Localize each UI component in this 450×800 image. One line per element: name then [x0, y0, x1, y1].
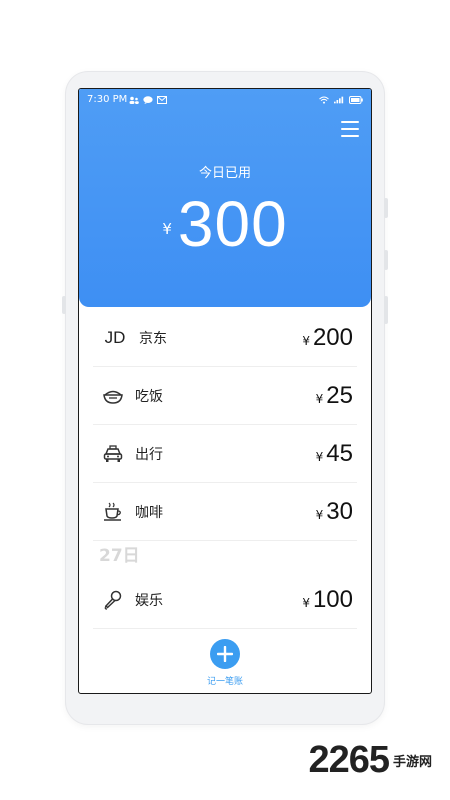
expense-row-travel[interactable]: 出行 ¥45 [93, 425, 357, 483]
contacts-icon [129, 96, 139, 104]
coffee-cup-icon [101, 500, 125, 524]
watermark-text: 手游网 [392, 755, 432, 770]
plus-icon [217, 646, 233, 662]
jd-logo-icon: JD [104, 327, 126, 347]
expense-label: 咖啡 [135, 504, 163, 521]
add-record-label: 记一笔账 [206, 677, 243, 687]
watermark-logo: 2265 [308, 739, 390, 781]
phone-volume-up [384, 198, 388, 218]
phone-volume-down [384, 250, 388, 270]
phone-side-button [62, 296, 66, 314]
expense-label: 出行 [135, 446, 163, 463]
today-total: ¥300 [79, 187, 371, 261]
summary-header: 7:30 PM 今日已用 ¥300 [79, 89, 371, 307]
taxi-icon [101, 442, 125, 466]
expense-amount: ¥100 [302, 585, 353, 613]
currency-symbol: ¥ [162, 220, 172, 238]
battery-icon [349, 96, 363, 104]
expense-row-food[interactable]: 吃饭 ¥25 [93, 367, 357, 425]
status-time: 7:30 PM [87, 94, 128, 105]
rice-bowl-icon [101, 384, 125, 408]
expense-label: 吃饭 [135, 388, 163, 405]
expense-amount: ¥45 [315, 439, 353, 467]
expense-row-entertainment[interactable]: 娱乐 ¥100 [93, 571, 357, 629]
status-bar: 7:30 PM [79, 89, 371, 111]
expense-row-coffee[interactable]: 咖啡 ¥30 [93, 483, 357, 541]
expense-amount: ¥30 [315, 497, 353, 525]
expense-list: JD 京东 ¥200 吃饭 ¥25 出行 ¥45 咖啡 ¥30 27日 娱乐 ¥… [93, 309, 357, 629]
date-group-header: 27日 [99, 546, 140, 566]
site-watermark: 2265 手游网 [308, 739, 432, 782]
mail-icon [157, 96, 167, 104]
signal-icon [334, 96, 344, 104]
menu-icon[interactable] [341, 121, 359, 137]
app-screen: 7:30 PM 今日已用 ¥300 JD 京东 ¥200 吃饭 ¥ 25 出行 … [78, 88, 372, 694]
today-spent-label: 今日已用 [198, 166, 251, 181]
expense-row-jd[interactable]: JD 京东 ¥200 [93, 309, 357, 367]
expense-label: 娱乐 [135, 592, 163, 609]
today-total-amount: 300 [177, 188, 288, 260]
expense-amount: ¥25 [315, 381, 353, 409]
expense-amount: ¥200 [302, 323, 353, 351]
phone-power-button [384, 296, 388, 324]
message-icon [143, 96, 153, 104]
add-record-button[interactable] [210, 639, 240, 669]
wifi-icon [319, 96, 329, 104]
microphone-icon [101, 588, 125, 612]
expense-label: 京东 [139, 330, 167, 347]
